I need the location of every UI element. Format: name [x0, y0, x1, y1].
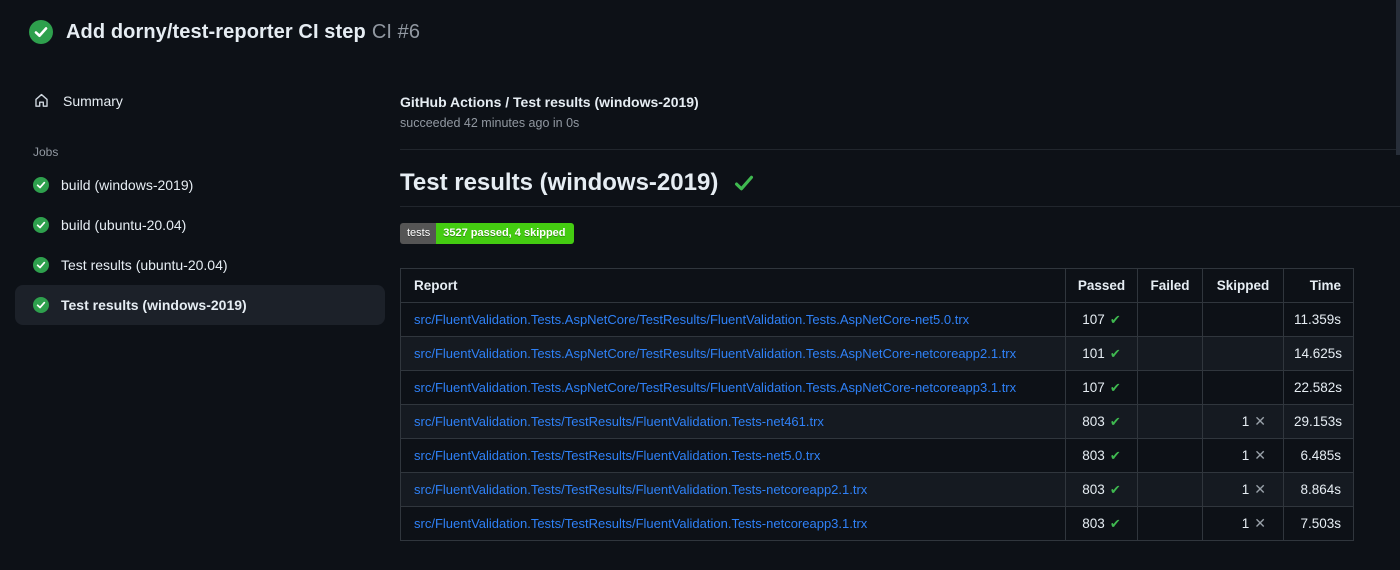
cross-icon: ✕ [1254, 447, 1266, 463]
time-cell: 22.582s [1283, 370, 1354, 405]
run-title: Add dorny/test-reporter CI step CI #6 [66, 21, 420, 44]
report-link[interactable]: src/FluentValidation.Tests/TestResults/F… [414, 448, 820, 463]
skipped-cell [1202, 370, 1284, 405]
check-icon: ✔ [1109, 481, 1121, 497]
time-cell: 7.503s [1283, 506, 1354, 541]
time-cell: 14.625s [1283, 336, 1354, 371]
cross-icon: ✕ [1254, 413, 1266, 429]
check-icon: ✔ [1109, 345, 1121, 361]
failed-cell [1137, 302, 1203, 337]
job-list: build (windows-2019) build (ubuntu-20.04)… [15, 165, 385, 325]
skipped-cell: 1 ✕ [1202, 506, 1284, 541]
report-link[interactable]: src/FluentValidation.Tests.AspNetCore/Te… [414, 346, 1016, 361]
check-circle-icon [33, 177, 49, 193]
job-item-label: Test results (ubuntu-20.04) [61, 257, 228, 273]
skipped-cell [1202, 336, 1284, 371]
job-item-label: Test results (windows-2019) [61, 297, 247, 313]
table-row: src/FluentValidation.Tests.AspNetCore/Te… [400, 336, 1354, 371]
check-icon [735, 175, 754, 191]
table-row: src/FluentValidation.Tests/TestResults/F… [400, 438, 1354, 473]
table-row: src/FluentValidation.Tests/TestResults/F… [400, 472, 1354, 507]
check-icon: ✔ [1109, 447, 1121, 463]
sidebar-job-item[interactable]: build (ubuntu-20.04) [15, 205, 385, 245]
skipped-cell: 1 ✕ [1202, 472, 1284, 507]
failed-cell [1137, 370, 1203, 405]
column-header-failed: Failed [1137, 268, 1203, 303]
passed-cell: 803 ✔ [1065, 404, 1138, 439]
column-header-passed: Passed [1065, 268, 1138, 303]
check-icon: ✔ [1109, 515, 1121, 531]
time-cell: 6.485s [1283, 438, 1354, 473]
sidebar-job-item[interactable]: build (windows-2019) [15, 165, 385, 205]
report-link[interactable]: src/FluentValidation.Tests.AspNetCore/Te… [414, 312, 969, 327]
skipped-cell: 1 ✕ [1202, 404, 1284, 439]
passed-cell: 803 ✔ [1065, 472, 1138, 507]
section-title: Test results (windows-2019) [400, 169, 719, 196]
divider [400, 206, 1400, 207]
time-cell: 11.359s [1283, 302, 1354, 337]
check-icon: ✔ [1109, 413, 1121, 429]
table-header-row: Report Passed Failed Skipped Time [400, 268, 1354, 303]
report-link[interactable]: src/FluentValidation.Tests/TestResults/F… [414, 516, 867, 531]
skipped-cell: 1 ✕ [1202, 438, 1284, 473]
report-link[interactable]: src/FluentValidation.Tests/TestResults/F… [414, 482, 867, 497]
main-content: GitHub Actions / Test results (windows-2… [400, 68, 1400, 541]
failed-cell [1137, 404, 1203, 439]
sidebar-job-item[interactable]: Test results (ubuntu-20.04) [15, 245, 385, 285]
cross-icon: ✕ [1254, 515, 1266, 531]
time-cell: 8.864s [1283, 472, 1354, 507]
home-icon [35, 93, 48, 107]
tests-badge: tests 3527 passed, 4 skipped [400, 223, 574, 244]
job-item-label: build (windows-2019) [61, 177, 194, 193]
status-success-icon [29, 20, 53, 44]
vertical-scrollbar[interactable] [1396, 0, 1400, 155]
failed-cell [1137, 506, 1203, 541]
failed-cell [1137, 438, 1203, 473]
run-header: Add dorny/test-reporter CI step CI #6 [0, 0, 1400, 68]
sidebar: Summary Jobs build (windows-2019) build (… [0, 68, 400, 325]
table-row: src/FluentValidation.Tests.AspNetCore/Te… [400, 302, 1354, 337]
sidebar-job-item[interactable]: Test results (windows-2019) [15, 285, 385, 325]
check-run-status: succeeded 42 minutes ago in 0s [400, 116, 580, 130]
column-header-skipped: Skipped [1202, 268, 1284, 303]
report-link[interactable]: src/FluentValidation.Tests.AspNetCore/Te… [414, 380, 1016, 395]
job-item-label: build (ubuntu-20.04) [61, 217, 187, 233]
passed-cell: 101 ✔ [1065, 336, 1138, 371]
tests-badge-value: 3527 passed, 4 skipped [436, 223, 574, 244]
skipped-cell [1202, 302, 1284, 337]
check-icon: ✔ [1109, 379, 1121, 395]
check-circle-icon [33, 297, 49, 313]
divider [400, 149, 1400, 150]
passed-cell: 107 ✔ [1065, 370, 1138, 405]
passed-cell: 107 ✔ [1065, 302, 1138, 337]
test-results-table: Report Passed Failed Skipped Time src/Fl… [400, 268, 1354, 541]
time-cell: 29.153s [1283, 404, 1354, 439]
run-title-text: Add dorny/test-reporter CI step [66, 20, 366, 43]
check-circle-icon [33, 217, 49, 233]
tests-badge-label: tests [400, 223, 437, 244]
cross-icon: ✕ [1254, 481, 1266, 497]
failed-cell [1137, 472, 1203, 507]
check-icon: ✔ [1109, 311, 1121, 327]
check-circle-icon [33, 257, 49, 273]
column-header-report: Report [400, 268, 1066, 303]
sidebar-item-label: Summary [63, 92, 123, 109]
passed-cell: 803 ✔ [1065, 506, 1138, 541]
table-row: src/FluentValidation.Tests/TestResults/F… [400, 506, 1354, 541]
passed-cell: 803 ✔ [1065, 438, 1138, 473]
table-row: src/FluentValidation.Tests.AspNetCore/Te… [400, 370, 1354, 405]
run-number: CI #6 [371, 20, 421, 43]
results-table-body: src/FluentValidation.Tests.AspNetCore/Te… [400, 302, 1354, 541]
failed-cell [1137, 336, 1203, 371]
sidebar-item-summary[interactable]: Summary [15, 86, 385, 115]
table-row: src/FluentValidation.Tests/TestResults/F… [400, 404, 1354, 439]
report-link[interactable]: src/FluentValidation.Tests/TestResults/F… [414, 414, 824, 429]
jobs-section-label: Jobs [33, 145, 59, 159]
check-run-title: GitHub Actions / Test results (windows-2… [400, 94, 699, 110]
column-header-time: Time [1283, 268, 1354, 303]
